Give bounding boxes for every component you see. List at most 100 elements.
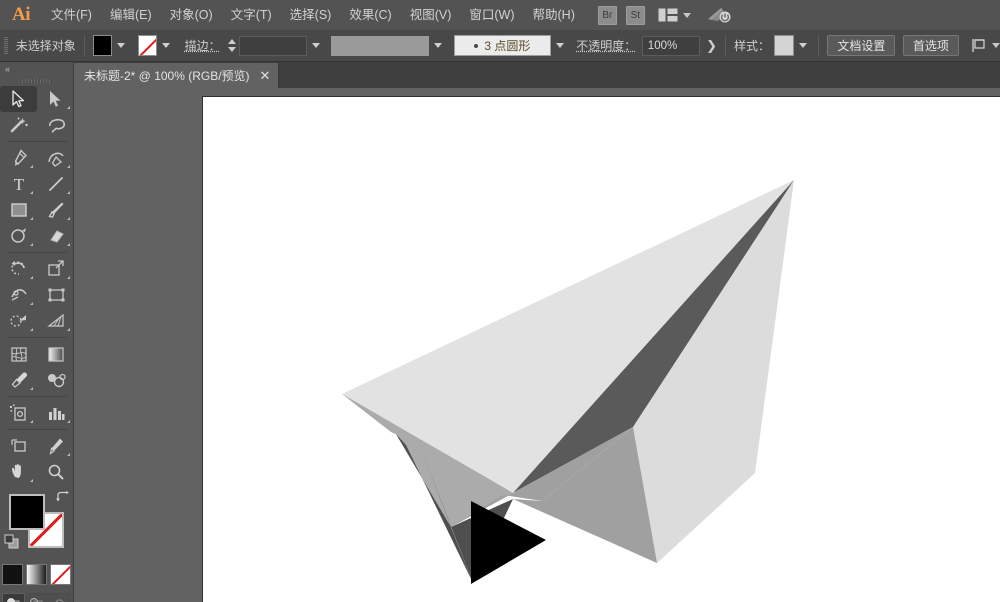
line-segment-tool[interactable] (37, 171, 74, 197)
workspace-switcher[interactable] (658, 8, 691, 22)
menu-edit[interactable]: 编辑(E) (101, 0, 161, 30)
fill-dropdown-arrow[interactable] (114, 35, 128, 56)
scale-tool[interactable] (37, 256, 74, 282)
brush-dropdown-arrow[interactable] (553, 35, 567, 56)
flyout-indicator (67, 217, 70, 220)
column-graph-tool[interactable] (37, 400, 74, 426)
brush-definition-label: 3 点圆形 (484, 39, 531, 53)
flyout-indicator (30, 479, 33, 482)
rotate-tool[interactable] (0, 256, 37, 282)
slice-tool[interactable] (37, 433, 74, 459)
bridge-button[interactable]: Br (597, 5, 617, 25)
selection-tool[interactable] (0, 86, 37, 112)
color-mode-button[interactable] (2, 564, 23, 585)
magic-wand-tool[interactable] (0, 112, 37, 138)
creative-cloud-icon[interactable] (706, 6, 732, 24)
chevron-down-icon (682, 12, 691, 18)
close-icon[interactable]: ✕ (260, 69, 271, 82)
direct-selection-tool[interactable] (37, 86, 74, 112)
menu-effect[interactable]: 效果(C) (340, 0, 400, 30)
free-transform-tool[interactable] (37, 282, 74, 308)
flyout-indicator (67, 106, 70, 109)
width-tool[interactable] (0, 282, 37, 308)
chevron-down-icon-align (992, 43, 1000, 48)
preferences-button[interactable]: 首选项 (902, 35, 959, 56)
flyout-indicator (67, 243, 70, 246)
menu-view[interactable]: 视图(V) (401, 0, 461, 30)
paper-plane-illustration[interactable] (203, 97, 1000, 602)
graphic-style-swatch[interactable] (773, 35, 795, 56)
document-tab-bar: 未标题-2* @ 100% (RGB/预览) ✕ (74, 62, 1000, 88)
flyout-indicator (67, 328, 70, 331)
document-setup-button[interactable]: 文档设置 (827, 35, 896, 56)
swap-fill-stroke-icon[interactable] (55, 491, 70, 509)
toolbar-fill-swatch[interactable] (9, 494, 45, 530)
symbol-sprayer-tool[interactable] (0, 400, 37, 426)
document-tab-title: 未标题-2* @ 100% (RGB/预览) (84, 69, 250, 83)
tools-panel-grip[interactable] (0, 76, 73, 86)
eyedropper-tool[interactable] (0, 367, 37, 393)
opacity-input[interactable]: 100% (641, 35, 701, 56)
menu-select[interactable]: 选择(S) (281, 0, 341, 30)
gradient-tool[interactable] (37, 341, 74, 367)
fill-swatch[interactable] (92, 35, 113, 56)
default-fill-stroke-icon[interactable] (4, 534, 20, 555)
menu-object[interactable]: 对象(O) (161, 0, 222, 30)
menu-type[interactable]: 文字(T) (222, 0, 281, 30)
hand-tool[interactable] (0, 459, 37, 485)
selection-status-label: 未选择对象 (15, 39, 76, 53)
document-tab[interactable]: 未标题-2* @ 100% (RGB/预览) ✕ (74, 63, 280, 88)
zoom-tool[interactable] (37, 459, 74, 485)
stroke-swatch[interactable] (137, 35, 158, 56)
opacity-next-icon[interactable]: ❯ (706, 38, 717, 54)
tool-separator-4 (7, 396, 67, 397)
draw-mode-buttons (0, 593, 73, 602)
stroke-weight-input[interactable] (239, 35, 308, 56)
gradient-mode-button[interactable] (26, 564, 47, 585)
stroke-weight-label[interactable]: 描边： (185, 37, 221, 54)
rectangle-tool[interactable] (0, 197, 37, 223)
align-to-artboard-icon[interactable] (970, 38, 1000, 53)
draw-behind-button[interactable] (25, 593, 48, 602)
flyout-indicator (67, 165, 70, 168)
stroke-profile-select[interactable] (330, 35, 429, 56)
type-tool[interactable]: T (0, 171, 37, 197)
stroke-profile-dropdown-arrow[interactable] (431, 35, 445, 56)
lasso-tool[interactable] (37, 112, 74, 138)
shape-builder-tool[interactable] (0, 308, 37, 334)
opacity-label[interactable]: 不透明度： (576, 37, 636, 54)
perspective-grid-tool[interactable] (37, 308, 74, 334)
curvature-tool[interactable] (37, 145, 74, 171)
pen-tool[interactable] (0, 145, 37, 171)
draw-inside-button[interactable] (48, 593, 71, 602)
artboard[interactable] (202, 96, 1000, 602)
menu-file[interactable]: 文件(F) (42, 0, 101, 30)
brush-preview-icon (474, 43, 479, 48)
mesh-tool[interactable] (0, 341, 37, 367)
blend-tool[interactable] (37, 367, 74, 393)
tool-separator-1 (7, 141, 67, 142)
style-dropdown-arrow[interactable] (796, 35, 810, 56)
menu-bar: Ai 文件(F) 编辑(E) 对象(O) 文字(T) 选择(S) 效果(C) 视… (0, 0, 1000, 30)
draw-normal-button[interactable] (2, 593, 25, 602)
none-mode-button[interactable] (50, 564, 71, 585)
eraser-tool[interactable] (37, 223, 74, 249)
flyout-indicator (67, 420, 70, 423)
paintbrush-tool[interactable] (37, 197, 74, 223)
artboard-tool[interactable] (0, 433, 37, 459)
tool-separator-5 (7, 429, 67, 430)
double-chevron-left-icon: « (5, 64, 10, 74)
tools-panel-collapse-button[interactable]: « (0, 62, 73, 76)
stroke-weight-dropdown-arrow[interactable] (309, 35, 323, 56)
stroke-weight-stepper[interactable] (226, 35, 237, 56)
shaper-tool[interactable] (0, 223, 37, 249)
brush-definition-select[interactable]: 3 点圆形 (453, 35, 551, 56)
menu-help[interactable]: 帮助(H) (524, 0, 584, 30)
menu-window[interactable]: 窗口(W) (460, 0, 523, 30)
control-bar: 未选择对象 描边： 3 点圆形 不透明度： 100% ❯ 样式： 文档设置 首选… (0, 30, 1000, 62)
control-bar-grip[interactable] (4, 36, 8, 55)
stroke-dropdown-arrow[interactable] (159, 35, 173, 56)
flyout-indicator (30, 420, 33, 423)
canvas-area[interactable] (74, 88, 1000, 602)
stock-button[interactable]: St (625, 5, 645, 25)
